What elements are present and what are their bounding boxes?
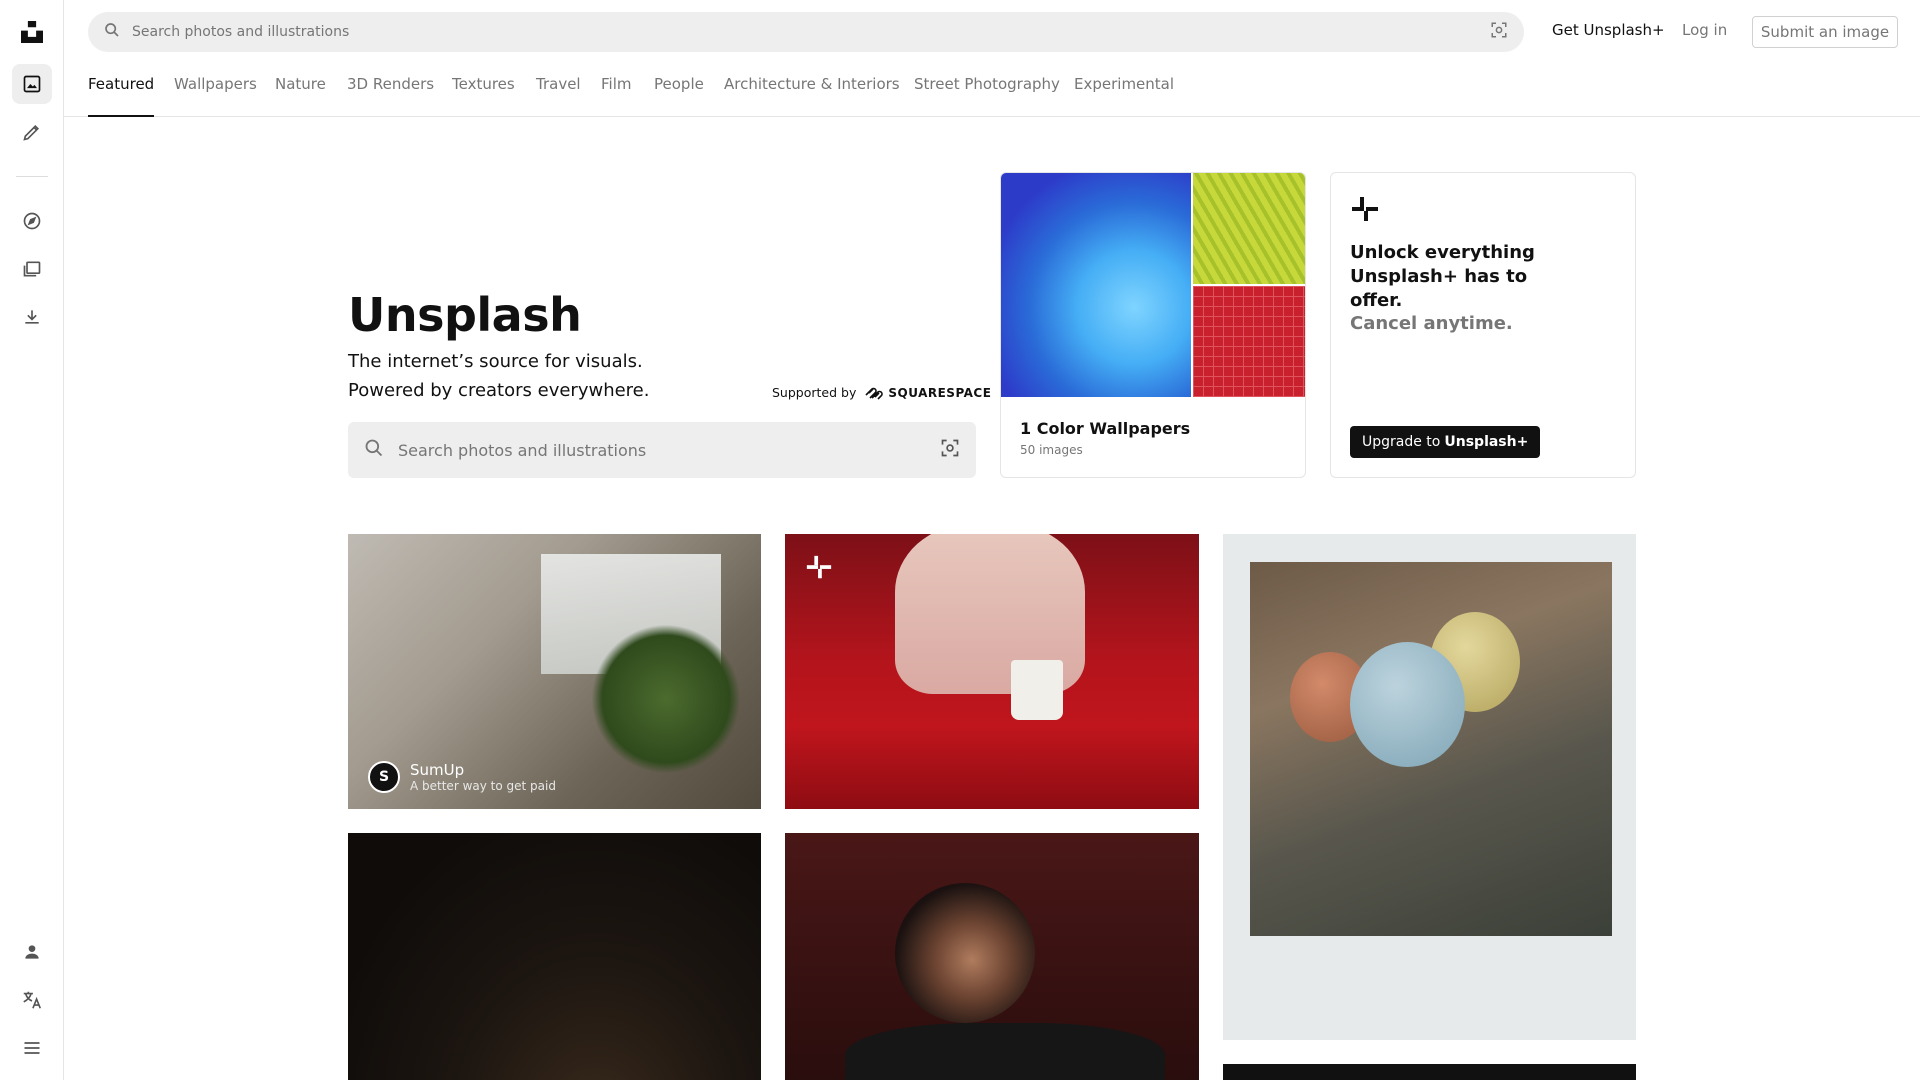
unsplash-logo-icon[interactable] [12,12,52,52]
sponsor-brand-name: SumUp [410,761,465,779]
tab-textures[interactable]: Textures [452,75,515,117]
photo-jacket [845,1023,1165,1080]
visual-search-icon[interactable] [1490,21,1508,43]
photos-icon[interactable] [12,64,52,104]
photo-portrait-man[interactable] [785,833,1199,1080]
explore-compass-icon[interactable] [12,201,52,241]
sponsor-line[interactable]: Supported by SQUARESPACE [772,385,991,400]
photo-polaroid-balloons[interactable] [1223,534,1636,1040]
balloon-blue [1350,642,1465,767]
tab-travel[interactable]: Travel [536,75,581,117]
sponsor-brand: SQUARESPACE [864,386,991,400]
photo-sponsored-sumup[interactable]: S SumUp A better way to get paid [348,534,761,809]
hero-search-placeholder: Search photos and illustrations [398,440,647,460]
collection-title: 1 Color Wallpapers [1020,419,1191,438]
photo-woman-coffee[interactable] [785,534,1199,809]
account-icon[interactable] [12,932,52,972]
language-translate-icon[interactable] [12,980,52,1020]
unsplash-plus-badge-icon [805,554,833,586]
tab-3d-renders[interactable]: 3D Renders [347,75,434,117]
search-icon [364,438,384,462]
login-link[interactable]: Log in [1682,21,1727,39]
polaroid-image [1250,562,1612,936]
header-search-placeholder: Search photos and illustrations [132,24,350,40]
photo-plant [591,624,741,774]
hero-search-input[interactable]: Search photos and illustrations [348,422,976,478]
tab-nature[interactable]: Nature [275,75,326,117]
left-rail [0,0,64,1080]
tab-experimental[interactable]: Experimental [1074,75,1174,117]
upgrade-button[interactable]: Upgrade to Unsplash+ [1350,426,1541,458]
upgrade-button-brand: Unsplash+ [1444,434,1529,450]
sponsor-badge[interactable]: S SumUp A better way to get paid [368,761,556,793]
menu-hamburger-icon[interactable] [12,1028,52,1068]
hero-title: Unsplash [348,288,582,342]
download-icon[interactable] [12,297,52,337]
topic-nav: Featured Wallpapers Nature 3D Renders Te… [64,64,1920,117]
collections-icon[interactable] [12,249,52,289]
tab-street-photography[interactable]: Street Photography [914,75,1060,117]
submit-image-button[interactable]: Submit an image [1752,16,1898,48]
collection-count: 50 images [1020,443,1083,457]
plus-headline: Unlock everything Unsplash+ has to offer… [1350,242,1535,311]
collection-image-red-grid [1193,286,1305,397]
header-search-input[interactable]: Search photos and illustrations [88,12,1524,52]
tab-wallpapers[interactable]: Wallpapers [174,75,257,117]
upgrade-button-prefix: Upgrade to [1362,434,1441,450]
hero-tagline-2: Powered by creators everywhere. [348,380,650,401]
photo-cup [1011,660,1063,720]
sponsor-name: SQUARESPACE [888,385,992,400]
sponsor-brand-tagline: A better way to get paid [410,779,556,793]
photo-head [895,883,1035,1023]
search-icon [104,22,120,42]
photo-dark-interior[interactable] [348,833,761,1080]
tab-featured[interactable]: Featured [88,75,155,117]
hero-tagline-1: The internet’s source for visuals. [348,351,643,372]
plus-cancel-note: Cancel anytime. [1350,313,1513,334]
unsplash-plus-card: Unlock everything Unsplash+ has to offer… [1330,172,1636,478]
supported-by-label: Supported by [772,385,857,400]
unsplash-plus-icon [1350,195,1380,229]
tab-film[interactable]: Film [601,75,631,117]
get-unsplash-plus-link[interactable]: Get Unsplash+ [1552,21,1665,39]
collection-image-green-leaf [1193,173,1305,284]
sumup-logo-icon: S [368,761,400,793]
visual-search-icon[interactable] [940,438,960,462]
rail-divider [16,176,48,177]
collection-image-blue-lily [1001,173,1191,397]
tab-people[interactable]: People [654,75,704,117]
squarespace-logo-icon [865,387,884,400]
photo-partial-dark[interactable] [1223,1064,1636,1080]
top-header: Search photos and illustrations Get Unsp… [64,0,1920,64]
collection-card[interactable]: 1 Color Wallpapers 50 images [1000,172,1306,478]
tab-architecture-interiors[interactable]: Architecture & Interiors [724,75,900,117]
illustrations-pen-icon[interactable] [12,112,52,152]
